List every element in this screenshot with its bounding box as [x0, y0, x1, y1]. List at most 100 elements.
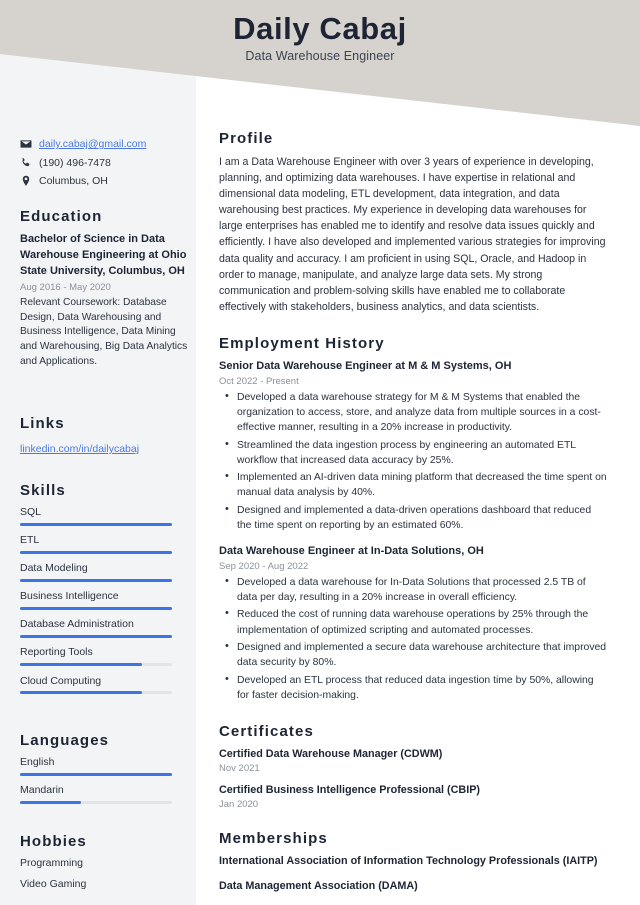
certificate-entry: Certified Data Warehouse Manager (CDWM) … — [219, 747, 607, 774]
memberships-heading: Memberships — [219, 830, 328, 848]
language-item: English — [20, 756, 192, 776]
skill-label: Reporting Tools — [20, 646, 93, 659]
contact-phone-row: (190) 496-7478 — [20, 157, 192, 170]
certificate-date: Jan 2020 — [219, 799, 259, 811]
skills-heading: Skills — [20, 482, 66, 499]
employment-entry: Data Warehouse Engineer at In-Data Solut… — [219, 544, 607, 703]
employment-entry-date: Oct 2022 - Present — [219, 375, 299, 387]
education-entry-title: Bachelor of Science in Data Warehouse En… — [20, 233, 187, 277]
skill-item: Database Administration — [20, 618, 192, 638]
employment-bullet: Designed and implemented a secure data w… — [225, 639, 607, 670]
employment-bullet: Streamlined the data ingestion process b… — [225, 437, 607, 468]
hobbies-heading: Hobbies — [20, 833, 87, 850]
employment-bullet: Implemented an AI-driven data mining pla… — [225, 469, 607, 500]
skill-item: SQL — [20, 506, 192, 526]
employment-bullet: Reduced the cost of running data warehou… — [225, 606, 607, 637]
skill-bar-track — [20, 578, 172, 582]
languages-heading: Languages — [20, 732, 110, 749]
employment-bullet: Developed an ETL process that reduced da… — [225, 672, 607, 703]
contact-email-row[interactable]: daily.cabaj@gmail.com — [20, 138, 192, 151]
skill-bar-fill — [20, 663, 142, 667]
skill-bar-fill — [20, 691, 142, 695]
language-bar-fill — [20, 800, 81, 804]
page-title: Daily Cabaj — [233, 11, 407, 46]
education-heading: Education — [20, 208, 103, 225]
employment-entry: Senior Data Warehouse Engineer at M & M … — [219, 359, 607, 533]
links-section: Links linkedin.com/in/dailycabaj — [20, 415, 192, 457]
skills-section: Skills SQL ETL Data Modeling Business In… — [20, 482, 192, 703]
employment-section: Employment History Senior Data Warehouse… — [219, 335, 607, 703]
skill-label: Database Administration — [20, 618, 134, 631]
skill-bar-fill — [20, 522, 172, 526]
language-bar-fill — [20, 772, 172, 776]
skill-bar-track — [20, 634, 172, 638]
employment-bullet: Designed and implemented a data-driven o… — [225, 502, 607, 533]
link-item-linkedin[interactable]: linkedin.com/in/dailycabaj — [20, 443, 139, 455]
skill-item: Business Intelligence — [20, 590, 192, 610]
contact-block: daily.cabaj@gmail.com (190) 496-7478 Col… — [20, 138, 192, 194]
skill-item: ETL — [20, 534, 192, 554]
language-label: Mandarin — [20, 784, 64, 797]
contact-location-value: Columbus, OH — [39, 175, 108, 188]
languages-section: Languages English Mandarin — [20, 732, 192, 812]
job-title-subtitle: Data Warehouse Engineer — [245, 48, 395, 63]
employment-entry-bullets: Developed a data warehouse strategy for … — [219, 389, 607, 533]
language-label: English — [20, 756, 55, 768]
skill-bar-track — [20, 522, 172, 526]
contact-email-link[interactable]: daily.cabaj@gmail.com — [39, 138, 146, 151]
language-bar-track — [20, 772, 172, 776]
envelope-icon — [20, 138, 32, 150]
skill-label: Cloud Computing — [20, 674, 102, 687]
skill-item: Data Modeling — [20, 562, 192, 582]
skill-bar-fill — [20, 550, 172, 554]
skill-label: SQL — [20, 506, 42, 518]
certificate-title: Certified Business Intelligence Professi… — [219, 783, 480, 796]
employment-entry-title: Data Warehouse Engineer at In-Data Solut… — [219, 544, 484, 557]
resume-document: Daily Cabaj Data Warehouse Engineer dail… — [0, 0, 640, 905]
employment-bullet: Developed a data warehouse strategy for … — [225, 389, 607, 435]
header-banner-content: Daily Cabaj Data Warehouse Engineer — [0, 11, 640, 63]
skill-bar-fill — [20, 606, 172, 610]
profile-text: I am a Data Warehouse Engineer with over… — [219, 156, 606, 313]
contact-location-row: Columbus, OH — [20, 175, 192, 188]
hobby-item: Programming — [20, 857, 84, 869]
skill-item: Cloud Computing — [20, 675, 192, 695]
employment-entry-date: Sep 2020 - Aug 2022 — [219, 560, 309, 572]
phone-icon — [20, 157, 32, 169]
profile-heading: Profile — [219, 130, 274, 147]
skill-item: Reporting Tools — [20, 646, 192, 667]
memberships-section: Memberships International Association of… — [219, 830, 607, 893]
skill-label: Data Modeling — [20, 562, 88, 575]
hobby-item: Video Gaming — [20, 877, 87, 890]
education-entry: Bachelor of Science in Data Warehouse En… — [20, 232, 192, 370]
certificates-heading: Certificates — [219, 722, 314, 740]
employment-entry-bullets: Developed a data warehouse for In-Data S… — [219, 574, 607, 703]
skill-bar-track — [20, 691, 172, 695]
skill-bar-fill — [20, 634, 172, 638]
membership-item: Data Management Association (DAMA) — [219, 880, 418, 893]
employment-heading: Employment History — [219, 334, 385, 352]
employment-entry-title: Senior Data Warehouse Engineer at M & M … — [219, 359, 512, 372]
skill-bar-fill — [20, 578, 172, 582]
certificate-entry: Certified Business Intelligence Professi… — [219, 783, 607, 810]
skill-label: Business Intelligence — [20, 590, 119, 603]
links-heading: Links — [20, 415, 65, 432]
certificates-section: Certificates Certified Data Warehouse Ma… — [219, 723, 607, 810]
contact-phone-value: (190) 496-7478 — [39, 156, 111, 169]
employment-bullet: Developed a data warehouse for In-Data S… — [225, 574, 607, 605]
certificate-date: Nov 2021 — [219, 762, 260, 774]
skill-bar-track — [20, 606, 172, 610]
language-bar-track — [20, 800, 172, 804]
education-entry-date: Aug 2016 - May 2020 — [20, 281, 111, 293]
membership-item: International Association of Information… — [219, 855, 598, 868]
hobbies-section: Hobbies Programming Video Gaming — [20, 833, 192, 898]
skill-bar-track — [20, 550, 172, 554]
skill-bar-track — [20, 663, 172, 667]
profile-section: Profile I am a Data Warehouse Engineer w… — [219, 130, 607, 315]
education-section: Education Bachelor of Science in Data Wa… — [20, 208, 192, 370]
location-pin-icon — [20, 175, 32, 187]
main-content: Profile I am a Data Warehouse Engineer w… — [219, 130, 607, 905]
certificate-title: Certified Data Warehouse Manager (CDWM) — [219, 747, 443, 760]
language-item: Mandarin — [20, 784, 192, 804]
skill-label: ETL — [20, 534, 40, 547]
